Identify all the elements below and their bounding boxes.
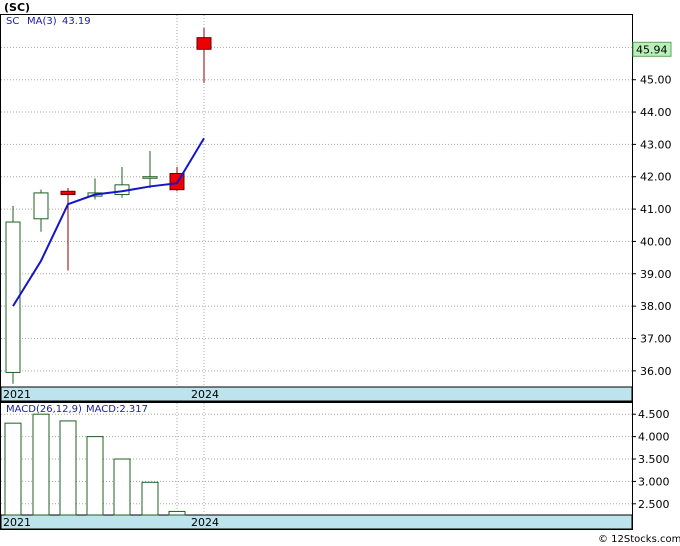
candle-body-up — [33, 192, 49, 220]
price-y-tick-label: 41.00 — [640, 203, 672, 216]
macd-legend-value: MACD:2.317 — [86, 404, 148, 415]
price-y-tick-label: 38.00 — [640, 300, 672, 313]
price-x-label-start: 2021 — [3, 388, 31, 401]
candle-body-down — [196, 37, 212, 50]
price-y-tick-label: 42.00 — [640, 171, 672, 184]
macd-bar — [113, 458, 131, 516]
macd-y-tick-label: 3.000 — [638, 475, 670, 488]
macd-bar — [32, 413, 50, 516]
stock-chart: (SC) 46.0045.0044.0043.0042.0041.0040.00… — [0, 1, 680, 545]
macd-y-tick-label: 4.500 — [638, 408, 670, 421]
macd-y-tick-label: 2.500 — [638, 498, 670, 511]
footer-credit: © 12Stocks.com — [598, 534, 680, 545]
macd-x-axis-band — [0, 514, 633, 530]
legend-ma-value: 43.19 — [62, 16, 91, 27]
price-x-axis-band — [0, 386, 633, 402]
macd-bar — [141, 481, 159, 516]
last-price-label: 45.94 — [636, 43, 668, 56]
candle-body-down — [60, 190, 76, 196]
price-x-label-end: 2024 — [191, 388, 219, 401]
macd-y-ticks: 4.500 4.000 3.500 3.000 2.500 — [632, 408, 670, 511]
macd-bar — [168, 510, 186, 516]
macd-x-label-start: 2021 — [3, 516, 31, 529]
macd-bar — [59, 420, 77, 516]
legend-ma: MA(3) — [27, 16, 57, 27]
macd-legend-title: MACD(26,12,9) — [6, 404, 82, 415]
macd-bar — [86, 436, 104, 516]
price-y-tick-label: 39.00 — [640, 268, 672, 281]
price-y-tick-label: 43.00 — [640, 138, 672, 151]
price-y-ticks: 46.0045.0044.0043.0042.0041.0040.0039.00… — [632, 41, 672, 378]
macd-bar — [4, 422, 22, 516]
price-y-tick-label: 45.00 — [640, 74, 672, 87]
price-y-tick-label: 44.00 — [640, 106, 672, 119]
symbol-title: (SC) — [4, 1, 30, 14]
candle-body-up — [142, 176, 158, 179]
macd-y-tick-label: 4.000 — [638, 431, 670, 444]
price-y-tick-label: 37.00 — [640, 332, 672, 345]
macd-y-tick-label: 3.500 — [638, 453, 670, 466]
macd-x-label-end: 2024 — [191, 516, 219, 529]
legend-symbol: SC — [6, 16, 19, 27]
price-panel — [0, 14, 633, 402]
price-y-tick-label: 36.00 — [640, 365, 672, 378]
price-y-tick-label: 40.00 — [640, 235, 672, 248]
